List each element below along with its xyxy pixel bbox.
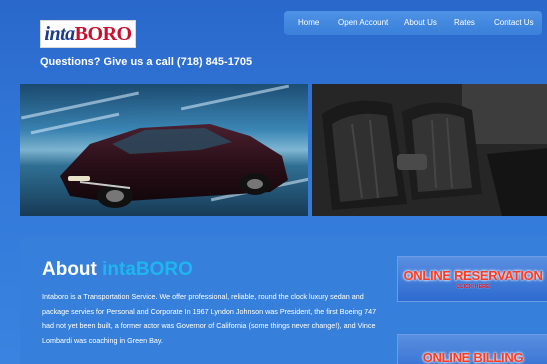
- hero-banner: [20, 84, 547, 216]
- logo-text-inta: inta: [44, 22, 75, 45]
- about-heading-brand: intaBORO: [102, 259, 193, 280]
- nav-rates[interactable]: Rates: [454, 18, 475, 27]
- phone-contact-text: Questions? Give us a call (718) 845-1705: [40, 56, 253, 68]
- about-paragraph: Intaboro is a Transportation Service. We…: [42, 292, 377, 345]
- limo-interior-photo: [311, 84, 547, 216]
- reservation-click-here: CLICK HERE: [456, 284, 490, 290]
- main-nav: Home Open Account About Us Rates Contact…: [284, 11, 542, 35]
- nav-about-us[interactable]: About Us: [404, 18, 437, 27]
- online-billing-button[interactable]: ONLINE BILLING: [397, 334, 547, 364]
- sedan-car-illustration: [60, 124, 288, 208]
- leather-seats-illustration: [311, 84, 547, 216]
- billing-title: ONLINE BILLING: [422, 349, 524, 364]
- intaboro-logo[interactable]: inta BORO: [40, 20, 136, 48]
- logo-text-boro: BORO: [74, 22, 132, 45]
- about-heading-prefix: About: [42, 259, 97, 280]
- nav-contact-us[interactable]: Contact Us: [494, 18, 534, 27]
- page: inta BORO Questions? Give us a call (718)…: [0, 0, 547, 364]
- online-reservation-button[interactable]: ONLINE RESERVATION CLICK HERE: [397, 256, 547, 302]
- reservation-title: ONLINE RESERVATION: [403, 268, 543, 283]
- about-heading: About intaBORO: [42, 259, 193, 281]
- luxury-sedan-photo: [20, 84, 308, 216]
- nav-home[interactable]: Home: [298, 18, 319, 27]
- nav-open-account[interactable]: Open Account: [338, 18, 388, 27]
